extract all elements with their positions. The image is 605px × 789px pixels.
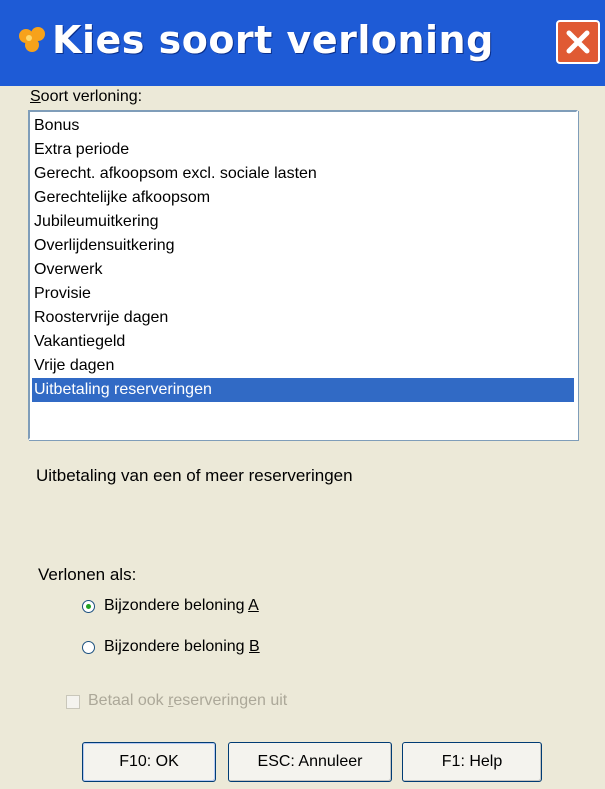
list-item[interactable]: Overlijdensuitkering (32, 234, 574, 258)
verlonen-label: Verlonen als: (38, 565, 137, 584)
ok-button[interactable]: F10: OK (82, 742, 216, 782)
list-item[interactable]: Gerechtelijke afkoopsom (32, 186, 574, 210)
close-button[interactable] (556, 20, 600, 64)
radio-a-label: Bijzondere beloning A (104, 597, 259, 614)
list-item[interactable]: Provisie (32, 282, 574, 306)
list-label-text: oort verloning: (40, 88, 143, 105)
window-title: Kies soort verloning (52, 18, 494, 62)
selection-description: Uitbetaling van een of meer reserveringe… (36, 466, 353, 485)
help-button[interactable]: F1: Help (402, 742, 542, 782)
list-label-accel: S (30, 88, 41, 105)
list-item[interactable]: Bonus (32, 114, 574, 138)
betaal-reserveringen-checkbox[interactable] (66, 695, 80, 709)
list-item[interactable]: Vakantiegeld (32, 330, 574, 354)
title-bar[interactable]: Kies soort verloning (0, 0, 605, 86)
radio-checked-icon[interactable] (82, 600, 95, 613)
close-icon (566, 30, 590, 54)
list-item[interactable]: Overwerk (32, 258, 574, 282)
radio-unchecked-icon[interactable] (82, 641, 95, 654)
list-item[interactable]: Roostervrije dagen (32, 306, 574, 330)
list-item[interactable]: Extra periode (32, 138, 574, 162)
list-item[interactable]: Uitbetaling reserveringen (32, 378, 574, 402)
app-logo-icon (19, 27, 45, 52)
radio-b-label: Bijzondere beloning B (104, 638, 260, 655)
list-item[interactable]: Vrije dagen (32, 354, 574, 378)
betaal-reserveringen-label: Betaal ook reserveringen uit (88, 692, 288, 709)
list-item[interactable]: Jubileumuitkering (32, 210, 574, 234)
soort-verloning-listbox[interactable]: Bonus Extra periode Gerecht. afkoopsom exc… (28, 110, 578, 440)
list-item[interactable]: Gerecht. afkoopsom excl. sociale lasten (32, 162, 574, 186)
list-label: Soort verloning: (30, 88, 142, 106)
cancel-button[interactable]: ESC: Annuleer (228, 742, 392, 782)
